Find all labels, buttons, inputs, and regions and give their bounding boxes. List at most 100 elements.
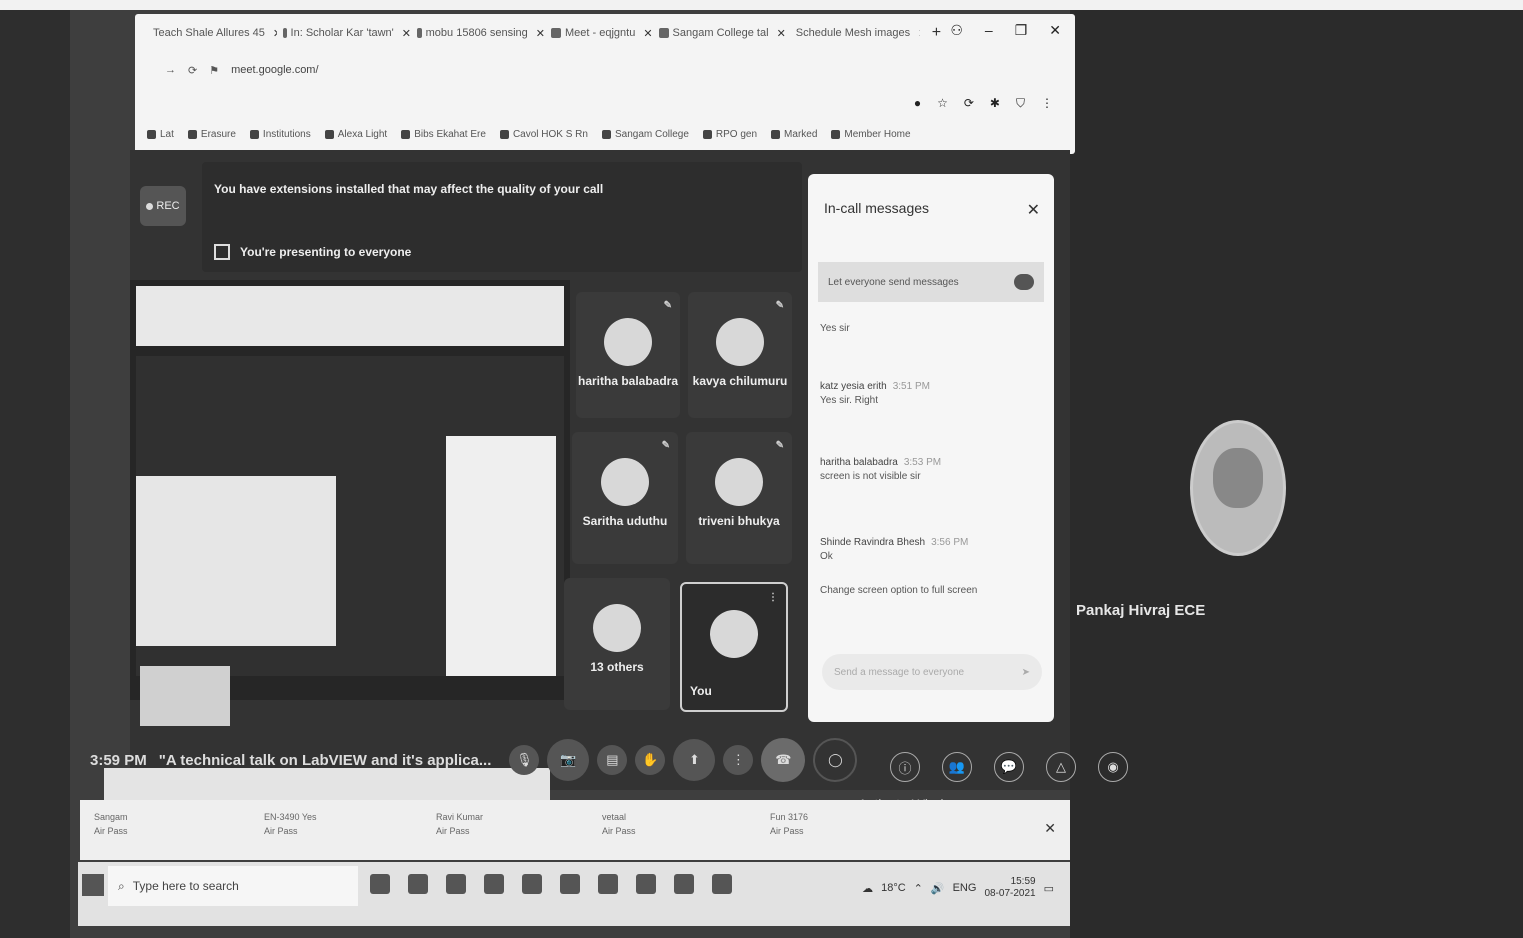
participant-tile[interactable]: ✎ Saritha uduthu	[572, 432, 678, 564]
people-icon[interactable]: 👥	[942, 752, 972, 782]
tab[interactable]: Teach Shale Allures 45 ✕	[149, 27, 277, 40]
close-tab-icon[interactable]: ✕	[273, 27, 277, 40]
notification-center-icon[interactable]: ▭	[1044, 882, 1054, 895]
captions-icon[interactable]: ▤	[597, 745, 628, 775]
edge-icon[interactable]	[522, 874, 542, 894]
shield-icon[interactable]: ⛉	[1016, 96, 1025, 111]
microphone-icon[interactable]: 🎙	[509, 745, 540, 775]
close-chat-button[interactable]: ✕	[1027, 200, 1040, 220]
preview-item[interactable]: Ravi Kumar Air Pass	[436, 810, 483, 838]
cortana-icon[interactable]	[370, 874, 390, 894]
preview-item[interactable]: vetaal Air Pass	[602, 810, 636, 838]
url-text[interactable]: meet.google.com/	[231, 64, 318, 76]
forward-icon[interactable]: →	[165, 64, 176, 76]
more-options-icon[interactable]: ⋮	[768, 592, 778, 603]
sync-icon[interactable]: ⟳	[964, 96, 974, 111]
volume-icon[interactable]: 🔊	[931, 882, 945, 895]
windows-start-icon[interactable]	[82, 874, 104, 896]
new-tab-button[interactable]: +	[932, 24, 941, 42]
tab[interactable]: Sangam College tal ✕	[658, 27, 786, 40]
participant-tile[interactable]: 13 others	[564, 578, 670, 710]
star-icon[interactable]: ☆	[937, 96, 948, 111]
recording-badge: REC	[140, 186, 186, 226]
weather-icon[interactable]: ☁	[862, 882, 873, 895]
camera-off-icon[interactable]: 📷	[547, 739, 590, 781]
bookmark[interactable]: Alexa Light	[324, 129, 387, 140]
bookmark[interactable]: Institutions	[249, 129, 311, 140]
message-sender: katz yesia erith	[820, 381, 887, 392]
bookmark[interactable]: Marked	[771, 129, 817, 140]
language-indicator[interactable]: ENG	[953, 882, 977, 894]
more-options-icon[interactable]: ⋮	[723, 745, 754, 775]
record-icon[interactable]: ●	[914, 96, 921, 111]
powerpoint-icon[interactable]	[598, 874, 618, 894]
tab[interactable]: Meet - eqjgntu ✕	[551, 27, 653, 40]
minimize-button[interactable]: –	[985, 22, 993, 39]
menu-icon[interactable]: ⋮	[1041, 96, 1053, 111]
bookmark[interactable]: Cavol HOK S Rn	[499, 129, 588, 140]
app-icon[interactable]	[712, 874, 732, 894]
pin-icon[interactable]: ✎	[664, 300, 672, 311]
bookmark-label: Member Home	[844, 128, 911, 140]
bookmark[interactable]: Bibs Ekahat Ere	[401, 129, 486, 140]
participant-tile[interactable]: ✎ triveni bhukya	[686, 432, 792, 564]
chat-message: Change screen option to full screen	[820, 584, 1040, 598]
extensions-icon[interactable]: ✱	[990, 96, 1000, 111]
close-window-button[interactable]: ✕	[1049, 22, 1061, 39]
preview-title: EN-3490 Yes	[264, 812, 317, 822]
tab[interactable]: In: Scholar Kar 'tawn' ✕	[283, 27, 411, 40]
file-explorer-icon[interactable]	[446, 874, 466, 894]
avatar	[601, 458, 649, 506]
preview-item[interactable]: EN-3490 Yes Air Pass	[264, 810, 317, 838]
pin-icon[interactable]: ✎	[662, 440, 670, 451]
tab[interactable]: Schedule Mesh images ✕	[792, 27, 920, 40]
close-tab-icon[interactable]: ✕	[643, 27, 652, 40]
weather-temp[interactable]: 18°C	[881, 882, 906, 894]
bookmark[interactable]: Member Home	[831, 128, 911, 140]
tab[interactable]: mobu 15806 sensing ✕	[417, 27, 545, 40]
pdf-icon[interactable]	[636, 874, 656, 894]
allow-messages-toggle[interactable]	[1014, 274, 1034, 290]
close-tab-icon[interactable]: ✕	[777, 27, 786, 40]
present-icon[interactable]: ⬆	[673, 739, 716, 781]
chat-icon[interactable]: 💬	[994, 752, 1024, 782]
send-icon[interactable]: ➤	[1022, 667, 1030, 678]
self-view-tile[interactable]: ⋮ You	[680, 582, 788, 712]
word-icon[interactable]	[560, 874, 580, 894]
mirrored-chat-panel	[446, 436, 556, 676]
taskbar-clock[interactable]: 15:59 08-07-2021	[984, 876, 1035, 900]
pin-icon[interactable]: ✎	[776, 440, 784, 451]
meeting-details-icon[interactable]: ⓘ	[890, 752, 920, 782]
network-icon[interactable]: ⌃	[914, 882, 923, 895]
taskbar-search-box[interactable]: ⌕ Type here to search	[108, 866, 358, 906]
preview-sub: Air Pass	[94, 826, 128, 836]
side-controls: ⓘ 👥 💬 △ ◉	[890, 752, 1136, 782]
task-view-icon[interactable]	[408, 874, 428, 894]
activity-ring-icon[interactable]: ◯	[813, 738, 858, 782]
pin-icon[interactable]: ✎	[776, 300, 784, 311]
bookmark[interactable]: RPO gen	[702, 129, 757, 140]
app-icon[interactable]	[674, 874, 694, 894]
bookmark[interactable]: Sangam College	[601, 129, 689, 140]
chrome-icon[interactable]	[484, 874, 504, 894]
close-tab-icon[interactable]: ✕	[536, 27, 545, 40]
close-tab-icon[interactable]: ✕	[402, 27, 411, 40]
bookmark[interactable]: Erasure	[187, 129, 236, 140]
host-controls-icon[interactable]: ◉	[1098, 752, 1128, 782]
preview-item[interactable]: Sangam Air Pass	[94, 810, 128, 838]
chat-input[interactable]: Send a message to everyone ➤	[822, 654, 1042, 690]
close-preview-button[interactable]: ✕	[1044, 820, 1056, 837]
raise-hand-icon[interactable]: ✋	[635, 745, 666, 775]
preview-item[interactable]: Fun 3176 Air Pass	[770, 810, 808, 838]
profile-icon[interactable]: ⚇	[950, 22, 963, 39]
maximize-button[interactable]: ❐	[1015, 22, 1028, 39]
close-tab-icon[interactable]: ✕	[918, 27, 920, 40]
meet-call-area: REC You have extensions installed that m…	[90, 150, 1128, 812]
participant-tile[interactable]: ✎ haritha balabadra	[576, 292, 680, 418]
bookmark[interactable]: Lat	[147, 129, 174, 140]
participant-tile[interactable]: ✎ kavya chilumuru	[688, 292, 792, 418]
end-call-icon[interactable]: ☎	[761, 738, 806, 782]
reload-icon[interactable]: ⟳	[188, 64, 197, 77]
address-bar[interactable]: → ⟳ ⚑ meet.google.com/	[165, 56, 1045, 84]
activities-icon[interactable]: △	[1046, 752, 1076, 782]
